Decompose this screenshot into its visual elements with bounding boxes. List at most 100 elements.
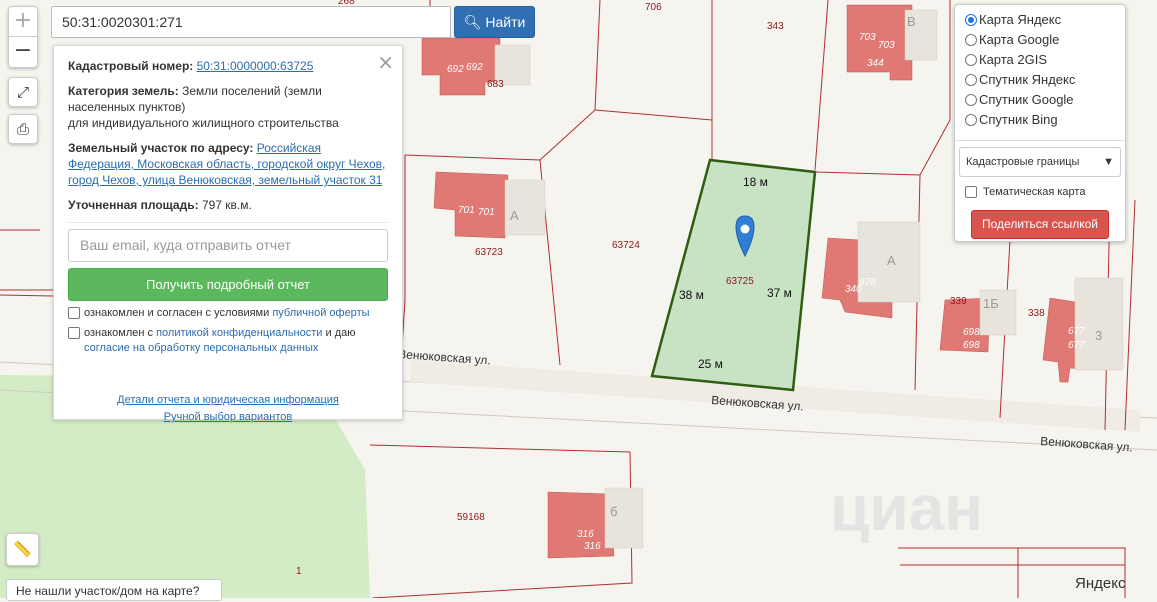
yandex-logo: Яндекс	[1075, 575, 1126, 592]
layer-option-label: Карта Google	[979, 32, 1060, 47]
svg-text:338: 338	[1028, 308, 1045, 319]
layer-option-label: Карта Яндекс	[979, 12, 1062, 27]
layer-option-google-satellite[interactable]: Спутник Google	[963, 91, 1117, 111]
svg-text:692: 692	[466, 62, 483, 73]
privacy-consent: ознакомлен с политикой конфиденциальност…	[68, 326, 388, 356]
area-value: 797 кв.м.	[201, 198, 252, 212]
svg-text:692: 692	[447, 64, 464, 75]
privacy-checkbox[interactable]	[68, 327, 80, 339]
cadastral-link[interactable]: 50:31:0000000:63725	[197, 59, 314, 73]
ruler-button[interactable]: 📏	[6, 533, 39, 566]
close-icon[interactable]: ×	[377, 50, 394, 74]
address-label: Земельный участок по адресу:	[68, 141, 254, 155]
svg-text:678: 678	[859, 277, 876, 288]
layer-option-label: Карта 2GIS	[979, 52, 1048, 67]
report-details-link[interactable]: Детали отчета и юридическая информация	[117, 394, 339, 406]
parcel-info-panel: × Кадастровый номер: 50:31:0000000:63725…	[53, 45, 403, 423]
svg-text:698: 698	[963, 327, 980, 338]
layer-option-label: Спутник Bing	[979, 112, 1058, 127]
radio-selected[interactable]	[965, 14, 977, 26]
layer-switcher: Карта Яндекс Карта Google Карта 2GIS Спу…	[954, 4, 1126, 242]
category-row: Категория земель: Земли поселений (земли…	[68, 83, 388, 131]
layer-option-label: Спутник Яндекс	[979, 72, 1076, 87]
cadastral-row: Кадастровый номер: 50:31:0000000:63725	[68, 58, 388, 74]
chevron-down-icon: ▼	[1103, 156, 1114, 168]
svg-text:3: 3	[1095, 328, 1102, 343]
manual-selection-link[interactable]: Ручной выбор вариантов	[164, 411, 292, 423]
panel-footer-links: Детали отчета и юридическая информация Р…	[68, 392, 388, 426]
svg-text:В: В	[907, 14, 916, 29]
radio[interactable]	[965, 54, 977, 66]
ruler-icon: 📏	[13, 540, 32, 558]
svg-text:63723: 63723	[475, 247, 503, 258]
fullscreen-button[interactable]: ⤢	[8, 77, 38, 107]
svg-text:А: А	[887, 253, 896, 268]
layer-option-2gis-map[interactable]: Карта 2GIS	[963, 51, 1117, 71]
magnifier-icon: 🔍︎	[463, 14, 482, 30]
zoom-in-button[interactable]: +	[9, 7, 37, 37]
thematic-checkbox[interactable]	[965, 186, 977, 198]
svg-text:701: 701	[478, 207, 495, 218]
radio[interactable]	[965, 34, 977, 46]
data-processing-link[interactable]: согласие на обработку персональных данны…	[84, 342, 318, 354]
category-purpose: для индивидуального жилищного строительс…	[68, 116, 339, 130]
svg-text:339: 339	[950, 296, 967, 307]
svg-text:316: 316	[584, 541, 601, 552]
printer-icon: ⎙	[16, 120, 29, 138]
svg-text:698: 698	[963, 340, 980, 351]
email-input[interactable]: Ваш email, куда отправить отчет	[68, 229, 388, 262]
zoom-control: + −	[8, 6, 38, 68]
print-button[interactable]: ⎙	[8, 114, 38, 144]
area-row: Уточненная площадь: 797 кв.м.	[68, 197, 388, 213]
svg-text:1Б: 1Б	[983, 296, 999, 311]
svg-text:59168: 59168	[457, 512, 485, 523]
svg-text:683: 683	[487, 79, 504, 90]
edge-top-label: 18 м	[743, 175, 768, 189]
search-input[interactable]: 50:31:0020301:271	[51, 6, 451, 38]
search-button[interactable]: 🔍︎ Найти	[454, 6, 535, 38]
radio[interactable]	[965, 114, 977, 126]
svg-text:1: 1	[296, 566, 302, 577]
radio[interactable]	[965, 74, 977, 86]
offer-checkbox[interactable]	[68, 307, 80, 319]
zoom-out-button[interactable]: −	[9, 37, 37, 67]
category-label: Категория земель:	[68, 84, 179, 98]
radio[interactable]	[965, 94, 977, 106]
public-offer-link[interactable]: публичной оферты	[272, 307, 369, 319]
thematic-label: Тематическая карта	[983, 186, 1086, 198]
layer-option-yandex-satellite[interactable]: Спутник Яндекс	[963, 71, 1117, 91]
svg-text:677: 677	[1068, 326, 1085, 337]
svg-text:А: А	[510, 208, 519, 223]
svg-text:б: б	[610, 504, 617, 519]
cian-watermark: циан	[830, 472, 983, 544]
layer-option-yandex-map[interactable]: Карта Яндекс	[963, 11, 1117, 31]
search-button-label: Найти	[485, 14, 526, 30]
expand-icon: ⤢	[16, 83, 29, 101]
get-report-button[interactable]: Получить подробный отчет	[68, 268, 388, 301]
selected-parcel-label: 63725	[726, 276, 754, 287]
svg-text:316: 316	[577, 529, 594, 540]
svg-text:344: 344	[867, 58, 884, 69]
edge-bottom-label: 25 м	[698, 357, 723, 371]
privacy-policy-link[interactable]: политикой конфиденциальности	[156, 327, 322, 339]
svg-text:343: 343	[767, 21, 784, 32]
svg-text:706: 706	[645, 2, 662, 13]
privacy-consent-text: ознакомлен с	[84, 327, 154, 339]
thematic-map-toggle[interactable]: Тематическая карта	[963, 185, 1117, 199]
share-link-button[interactable]: Поделиться ссылкой	[971, 210, 1109, 239]
svg-text:703: 703	[859, 32, 876, 43]
address-row: Земельный участок по адресу: Российская …	[68, 140, 388, 188]
overlay-select[interactable]: Кадастровые границы ▼	[959, 147, 1121, 177]
layer-option-google-map[interactable]: Карта Google	[963, 31, 1117, 51]
layer-option-label: Спутник Google	[979, 92, 1074, 107]
offer-consent-text: ознакомлен и согласен с условиями	[84, 307, 270, 319]
parcel-label: 63724	[612, 240, 640, 251]
cadastral-label: Кадастровый номер:	[68, 59, 194, 73]
edge-right-label: 37 м	[767, 286, 792, 300]
overlay-select-value: Кадастровые границы	[966, 156, 1080, 168]
layer-option-bing-satellite[interactable]: Спутник Bing	[963, 111, 1117, 131]
edge-left-label: 38 м	[679, 288, 704, 302]
divider	[955, 140, 1125, 141]
privacy-consent-mid: и даю	[325, 327, 356, 339]
svg-text:701: 701	[458, 205, 475, 216]
